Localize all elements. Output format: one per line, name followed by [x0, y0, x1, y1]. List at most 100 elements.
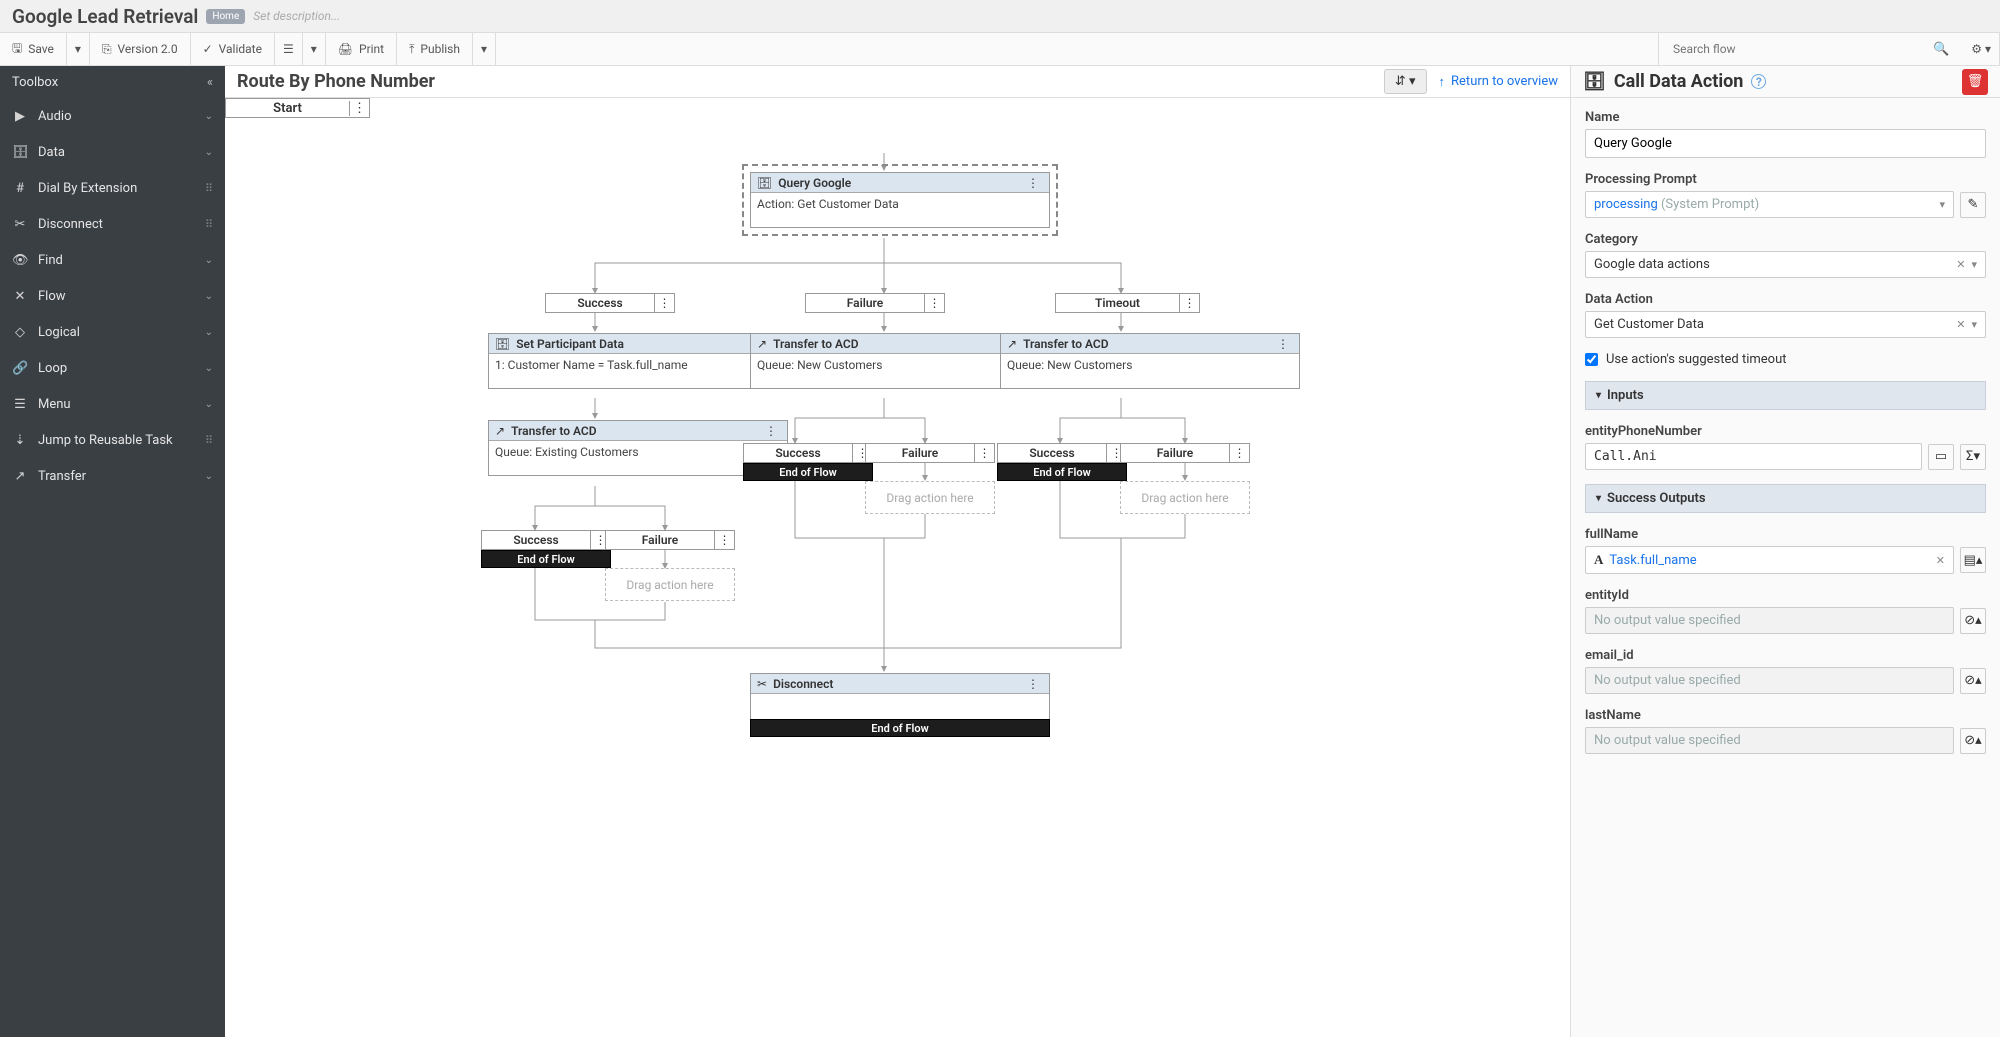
node-menu-icon[interactable]: ⋮ — [349, 101, 369, 116]
failure-branch[interactable]: Failure⋮ — [865, 443, 995, 463]
sitemap-button[interactable]: ⇵ ▾ — [1384, 69, 1427, 94]
sidebar-item-flow[interactable]: ✕Flow⌄ — [0, 278, 225, 314]
drop-zone[interactable]: Drag action here — [605, 568, 735, 601]
output-menu-button[interactable]: ⊘▴ — [1960, 728, 1986, 754]
end-of-flow: End of Flow — [997, 463, 1127, 481]
sidebar-item-jump-to-reusable-task[interactable]: ⇣Jump to Reusable Task⠿ — [0, 422, 225, 458]
data-action-select[interactable]: Get Customer Data ✕ ▾ — [1585, 311, 1986, 338]
drop-zone[interactable]: Drag action here — [865, 481, 995, 514]
timeout-checkbox[interactable] — [1585, 353, 1598, 366]
help-icon[interactable]: ? — [1751, 74, 1766, 89]
validate-button[interactable]: ✓ Validate — [191, 33, 275, 65]
inputs-section-header[interactable]: ▾ Inputs — [1585, 381, 1986, 410]
end-of-flow: End of Flow — [743, 463, 873, 481]
toolbar: 🖫 Save ▾ ⎘ Version 2.0 ✓ Validate ☰ ▾ 🖨 … — [0, 33, 2000, 66]
search-icon[interactable]: 🔍 — [1925, 42, 1957, 57]
node-menu-icon[interactable]: ⋮ — [761, 424, 781, 438]
category-icon: ☰ — [12, 397, 28, 412]
clear-icon[interactable]: ✕ — [1956, 258, 1965, 271]
sidebar-item-dial-by-extension[interactable]: #Dial By Extension⠿ — [0, 170, 225, 206]
chevron-down-icon: ⌄ — [205, 147, 213, 158]
success-branch[interactable]: Success⋮ — [997, 443, 1127, 463]
success-branch[interactable]: Success⋮ — [545, 293, 675, 313]
end-of-flow: End of Flow — [750, 719, 1050, 737]
list-caret-button[interactable]: ▾ — [303, 33, 326, 65]
publish-button[interactable]: ⤒ Publish — [397, 33, 473, 65]
sidebar-item-audio[interactable]: ▶Audio⌄ — [0, 98, 225, 134]
print-button[interactable]: 🖨 Print — [326, 33, 397, 65]
lastname-label: lastName — [1585, 708, 1986, 723]
toolbox-sidebar: Toolbox « ▶Audio⌄🗄Data⌄#Dial By Extensio… — [0, 66, 225, 1037]
processing-prompt-select[interactable]: processing (System Prompt) ▾ — [1585, 191, 1954, 218]
category-select[interactable]: Google data actions ✕ ▾ — [1585, 251, 1986, 278]
flow-canvas[interactable]: Start ⋮ 🗄Query Google⋮ Action: Get Custo… — [225, 98, 1570, 1037]
sidebar-item-menu[interactable]: ☰Menu⌄ — [0, 386, 225, 422]
sidebar-item-find[interactable]: 👁Find⌄ — [0, 242, 225, 278]
lastname-output[interactable]: No output value specified — [1585, 727, 1954, 754]
canvas-title: Route By Phone Number — [237, 71, 1384, 92]
description-placeholder[interactable]: Set description... — [253, 9, 340, 23]
return-link[interactable]: ↑ Return to overview — [1439, 74, 1558, 90]
node-menu-icon[interactable]: ⋮ — [924, 294, 944, 312]
sidebar-item-logical[interactable]: ◇Logical⌄ — [0, 314, 225, 350]
node-menu-icon[interactable]: ⋮ — [1023, 176, 1043, 190]
failure-branch[interactable]: Failure⋮ — [805, 293, 945, 313]
node-menu-icon[interactable]: ⋮ — [1273, 337, 1293, 351]
check-icon: ✓ — [203, 42, 213, 56]
outputs-section-header[interactable]: ▾ Success Outputs — [1585, 484, 1986, 513]
email-label: email_id — [1585, 648, 1986, 663]
clear-icon[interactable]: ✕ — [1956, 318, 1965, 331]
query-google-node[interactable]: 🗄Query Google⋮ Action: Get Customer Data — [750, 172, 1050, 228]
entity-phone-input[interactable]: Call.Ani — [1585, 443, 1922, 470]
expression-button[interactable]: ▭ — [1928, 444, 1954, 470]
search-input[interactable] — [1665, 36, 1925, 62]
list-button[interactable]: ☰ — [275, 33, 303, 65]
home-badge[interactable]: Home — [206, 9, 245, 24]
settings-button[interactable]: ⚙ ▾ — [1963, 33, 2000, 65]
timeout-branch[interactable]: Timeout⋮ — [1055, 293, 1200, 313]
fx-button[interactable]: Σ▾ — [1960, 444, 1986, 470]
sidebar-item-transfer[interactable]: ↗Transfer⌄ — [0, 458, 225, 494]
collapse-icon[interactable]: « — [207, 75, 213, 90]
timeout-label: Use action's suggested timeout — [1606, 352, 1787, 367]
success-branch[interactable]: Success⋮ — [743, 443, 873, 463]
transfer-acd-timeout-node[interactable]: ↗Transfer to ACD⋮ Queue: New Customers — [1000, 333, 1300, 389]
node-menu-icon[interactable]: ⋮ — [1229, 444, 1249, 462]
publish-caret-button[interactable]: ▾ — [473, 33, 496, 65]
node-menu-icon[interactable]: ⋮ — [1179, 294, 1199, 312]
delete-button[interactable]: 🗑 — [1962, 69, 1988, 95]
output-menu-button[interactable]: ▤▴ — [1960, 547, 1986, 573]
failure-branch[interactable]: Failure⋮ — [605, 530, 735, 550]
email-output[interactable]: No output value specified — [1585, 667, 1954, 694]
drop-zone[interactable]: Drag action here — [1120, 481, 1250, 514]
upload-icon: ⤒ — [409, 42, 414, 57]
failure-branch[interactable]: Failure⋮ — [1120, 443, 1250, 463]
save-caret-button[interactable]: ▾ — [67, 33, 90, 65]
node-menu-icon[interactable]: ⋮ — [1023, 677, 1043, 691]
edit-prompt-button[interactable]: ✎ — [1960, 192, 1986, 218]
category-icon: ⇣ — [12, 433, 28, 448]
version-button[interactable]: ⎘ Version 2.0 — [90, 33, 191, 65]
output-menu-button[interactable]: ⊘▴ — [1960, 668, 1986, 694]
node-menu-icon[interactable]: ⋮ — [974, 444, 994, 462]
chevron-down-icon: ▾ — [1596, 493, 1601, 504]
clear-icon[interactable]: ✕ — [1936, 554, 1945, 567]
save-button[interactable]: 🖫 Save — [0, 33, 67, 65]
set-participant-node[interactable]: 🗄Set Participant Data⋮ 1: Customer Name … — [488, 333, 788, 389]
node-menu-icon[interactable]: ⋮ — [714, 531, 734, 549]
category-icon: ✂ — [12, 217, 28, 232]
node-menu-icon[interactable]: ⋮ — [654, 294, 674, 312]
entityid-output[interactable]: No output value specified — [1585, 607, 1954, 634]
category-icon: 🗄 — [12, 145, 28, 160]
grip-icon: ⠿ — [205, 434, 213, 447]
success-branch[interactable]: Success⋮ — [481, 530, 611, 550]
sidebar-item-data[interactable]: 🗄Data⌄ — [0, 134, 225, 170]
sidebar-item-disconnect[interactable]: ✂Disconnect⠿ — [0, 206, 225, 242]
output-menu-button[interactable]: ⊘▴ — [1960, 608, 1986, 634]
chevron-down-icon: ⌄ — [205, 111, 213, 122]
name-input[interactable] — [1585, 129, 1986, 158]
sidebar-item-loop[interactable]: 🔗Loop⌄ — [0, 350, 225, 386]
start-node[interactable]: Start ⋮ — [225, 98, 370, 118]
chevron-down-icon: ▾ — [1939, 198, 1945, 211]
fullname-output[interactable]: A Task.full_name ✕ — [1585, 546, 1954, 574]
